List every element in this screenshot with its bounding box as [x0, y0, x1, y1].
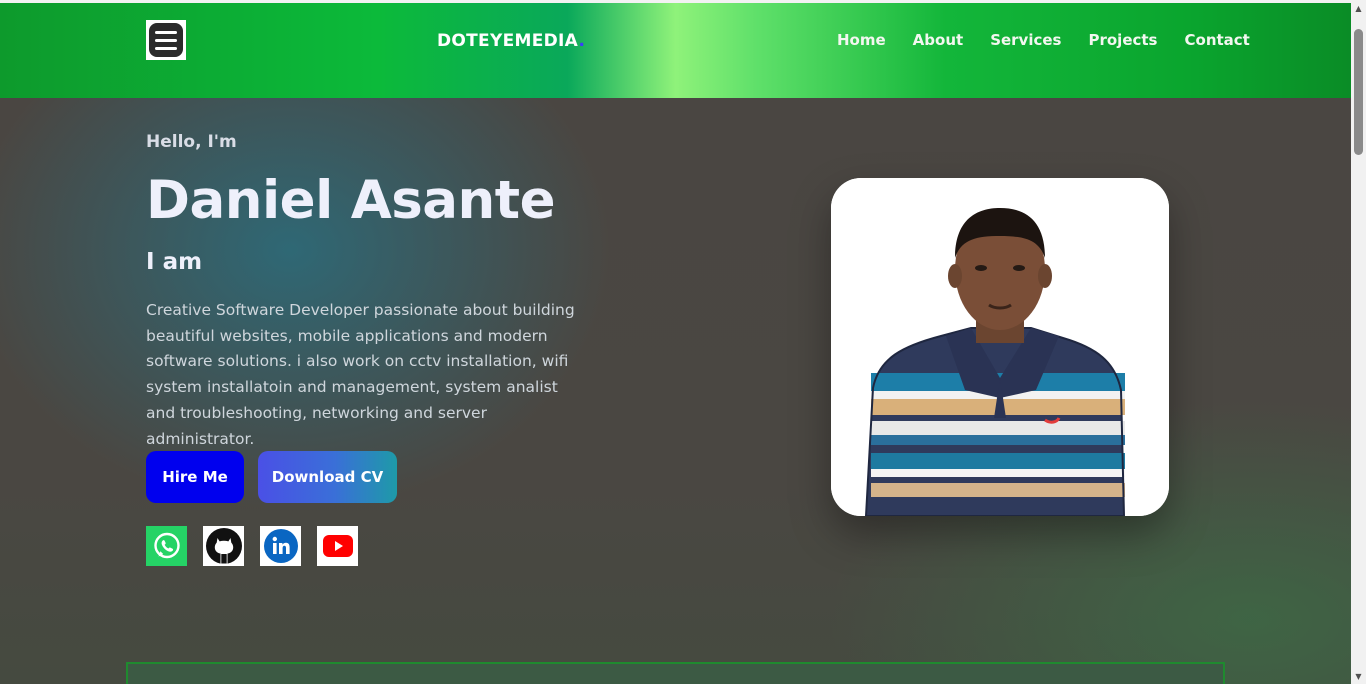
top-navbar: DOTEYEMEDIA. Home About Services Project… [0, 3, 1351, 98]
github-link[interactable] [203, 526, 244, 566]
scrollbar-thumb[interactable] [1354, 29, 1363, 155]
scroll-down-arrow-icon[interactable]: ▼ [1354, 671, 1363, 681]
hero-subtitle: I am [146, 249, 203, 275]
whatsapp-icon [153, 532, 180, 559]
social-links [146, 526, 358, 566]
nav-projects[interactable]: Projects [1088, 31, 1157, 49]
linkedin-link[interactable] [260, 526, 301, 566]
brand-dot: . [578, 31, 586, 51]
page-viewport: DOTEYEMEDIA. Home About Services Project… [0, 0, 1351, 684]
profile-photo-illustration [831, 178, 1169, 516]
nav-contact[interactable]: Contact [1185, 31, 1250, 49]
nav-services[interactable]: Services [990, 31, 1061, 49]
download-cv-button[interactable]: Download CV [258, 451, 397, 503]
whatsapp-link[interactable] [146, 526, 187, 566]
next-section-container [126, 662, 1225, 684]
vertical-scrollbar[interactable]: ▲ ▼ [1351, 0, 1366, 684]
scroll-up-arrow-icon[interactable]: ▲ [1354, 3, 1363, 13]
github-icon [205, 528, 242, 564]
youtube-icon [322, 535, 353, 557]
brand-logo[interactable]: DOTEYEMEDIA. [437, 31, 585, 51]
youtube-link[interactable] [317, 526, 358, 566]
hero-greeting: Hello, I'm [146, 132, 237, 152]
browser-top-strip [0, 0, 1366, 3]
nav-links: Home About Services Projects Contact [837, 31, 1277, 49]
brand-text: DOTEYEMEDIA [437, 31, 579, 51]
nav-about[interactable]: About [913, 31, 964, 49]
menu-button[interactable] [146, 20, 186, 60]
linkedin-icon [263, 529, 298, 563]
hero-bio: Creative Software Developer passionate a… [146, 301, 575, 448]
profile-photo [831, 178, 1169, 516]
nav-home[interactable]: Home [837, 31, 886, 49]
hamburger-menu-icon [149, 23, 183, 57]
hire-me-button[interactable]: Hire Me [146, 451, 244, 503]
hero-name: Daniel Asante [146, 170, 556, 231]
